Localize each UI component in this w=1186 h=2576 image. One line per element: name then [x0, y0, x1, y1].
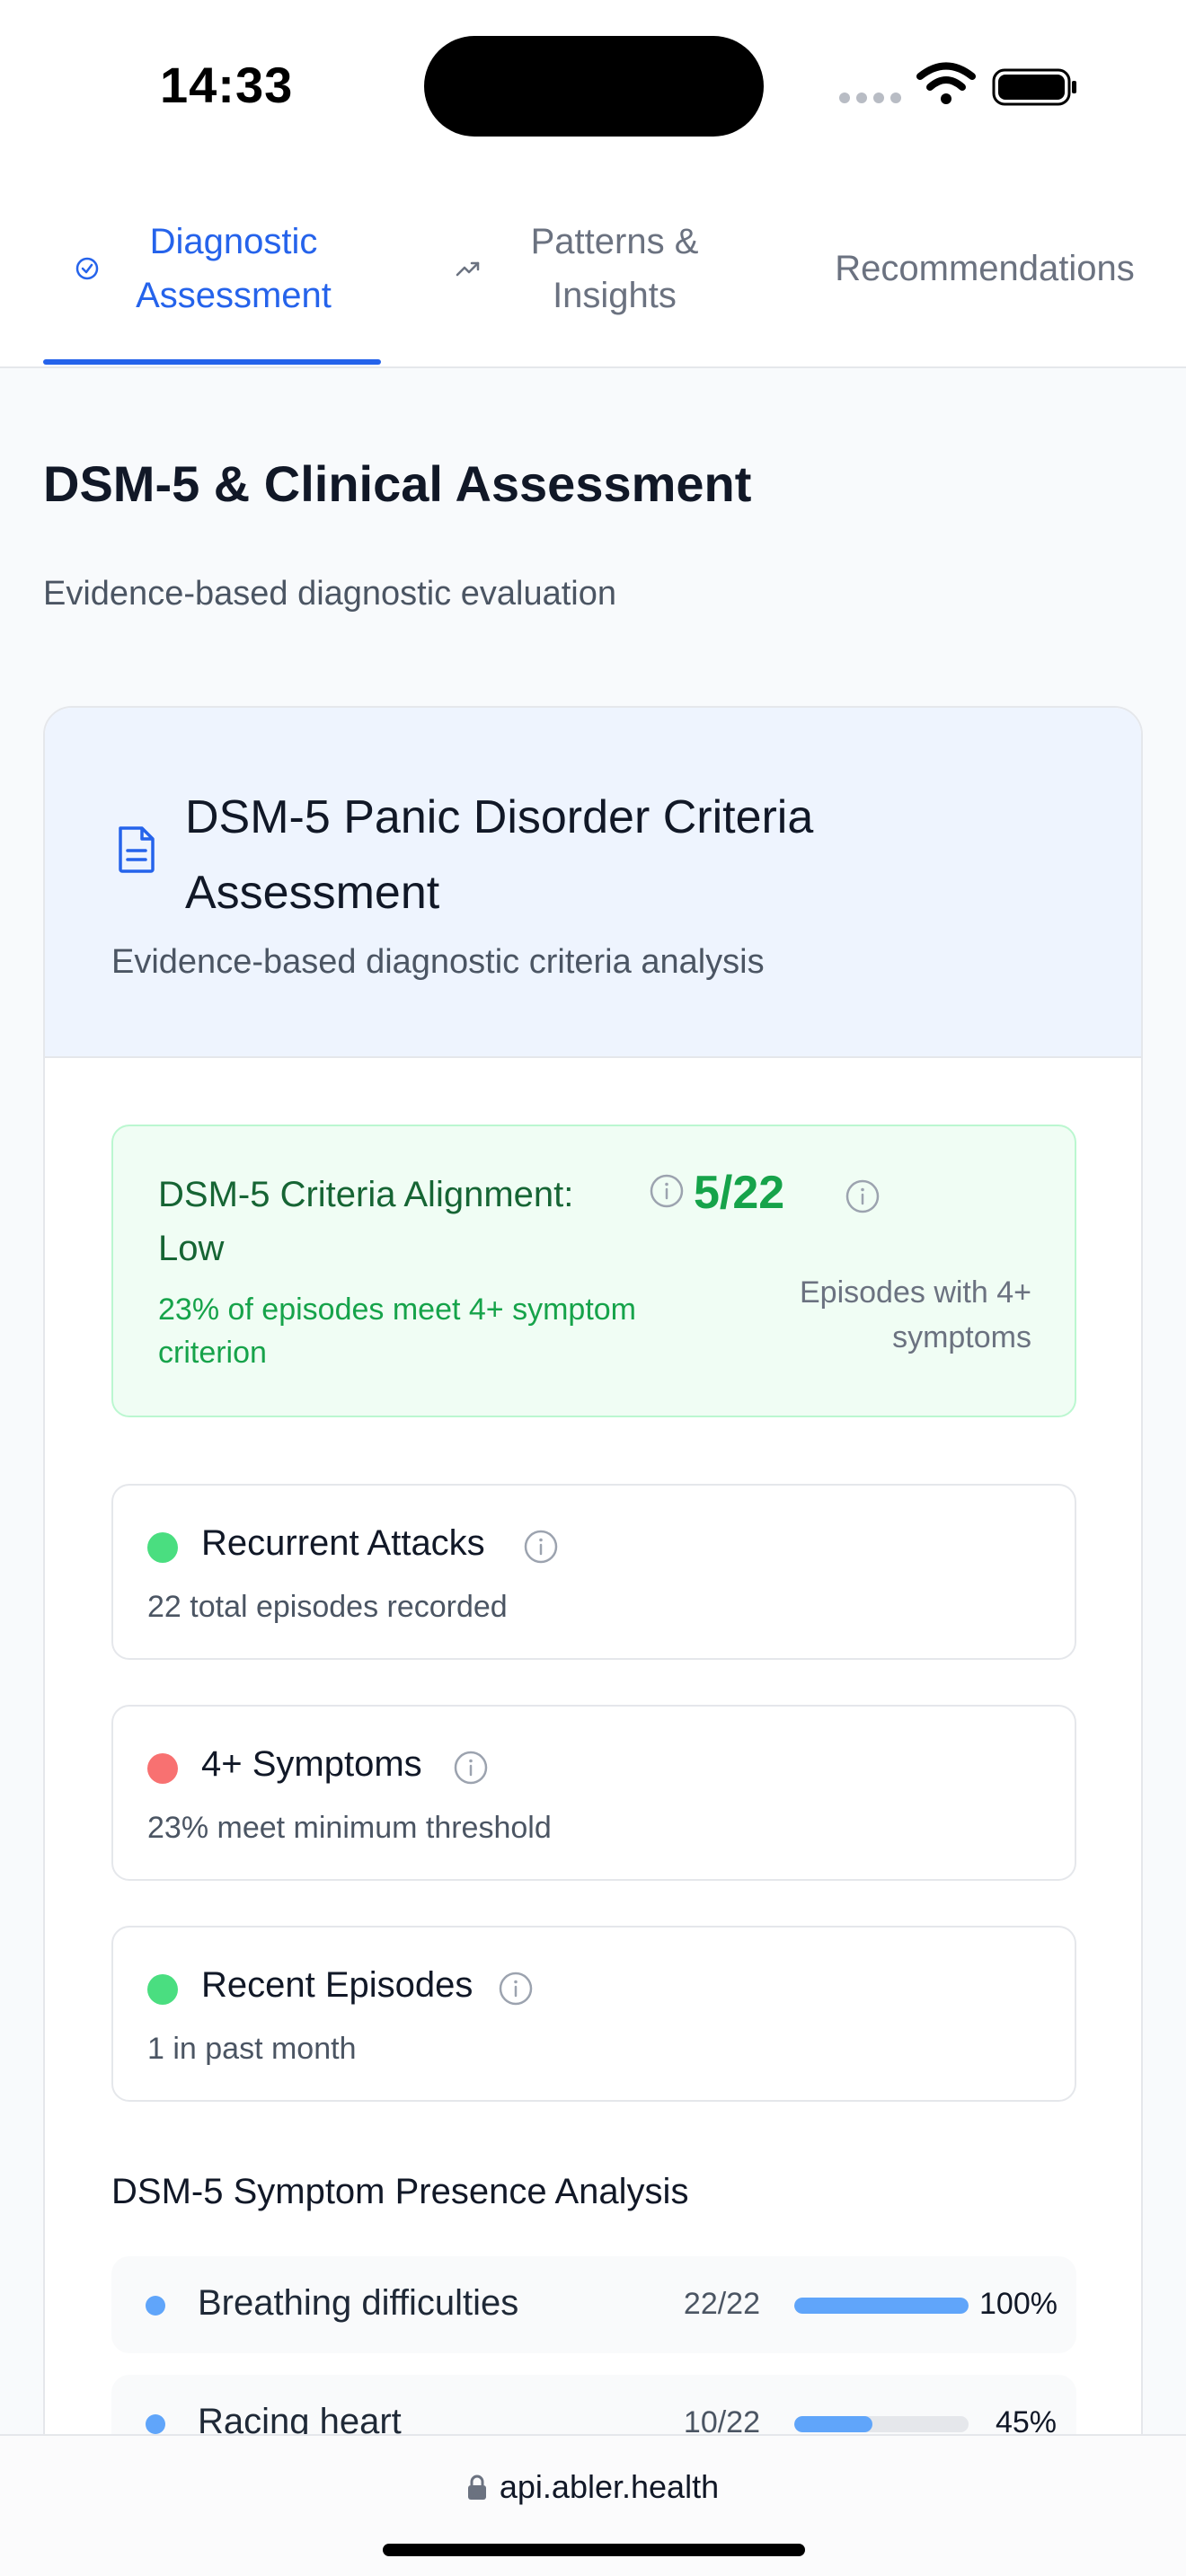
symptom-analysis-title: DSM-5 Symptom Presence Analysis: [111, 2172, 689, 2211]
status-dot: [147, 1974, 178, 2005]
info-icon[interactable]: [523, 1529, 559, 1565]
criterion-title: Recent Episodes: [201, 1965, 474, 2005]
symptom-progress-bar: [794, 2298, 969, 2314]
card-title: DSM-5 Panic Disorder Criteria Assessment: [185, 791, 814, 919]
symptom-progress-fill: [794, 2416, 873, 2432]
url-text: api.abler.health: [499, 2468, 720, 2505]
cellular-signal-icon: [839, 93, 901, 103]
info-icon[interactable]: [498, 1971, 534, 2007]
symptom-count: 22/22: [683, 2287, 760, 2321]
tab-label: Diagnostic Assessment: [136, 222, 332, 315]
status-dot: [147, 1532, 178, 1563]
tab-recommendations[interactable]: Recommendations: [809, 171, 1161, 366]
trending-up-icon: [456, 261, 480, 277]
criteria-alignment-box: DSM-5 Criteria Alignment: Low 23% of epi…: [111, 1125, 1076, 1417]
battery-icon: [992, 68, 1076, 106]
tab-patterns-insights[interactable]: Patterns & Insights: [449, 171, 737, 366]
criterion-subtitle: 22 total episodes recorded: [147, 1590, 508, 1624]
tab-label: Recommendations: [835, 249, 1135, 288]
criterion-title: 4+ Symptoms: [201, 1744, 422, 1784]
criterion-subtitle: 23% meet minimum threshold: [147, 1811, 552, 1845]
active-tab-indicator: [43, 359, 381, 365]
check-circle-icon: [75, 257, 99, 280]
criterion-title: Recurrent Attacks: [201, 1523, 485, 1563]
alignment-detail: 23% of episodes meet 4+ symptom criterio…: [158, 1292, 636, 1370]
dynamic-island: [424, 36, 764, 137]
lock-icon: [467, 2475, 486, 2500]
criterion-recent-episodes: Recent Episodes 1 in past month: [111, 1926, 1076, 2102]
symptom-dot: [146, 2414, 165, 2434]
page-title: DSM-5 & Clinical Assessment: [43, 455, 752, 512]
page-subtitle: Evidence-based diagnostic evaluation: [43, 575, 616, 613]
criterion-4-plus-symptoms: 4+ Symptoms 23% meet minimum threshold: [111, 1705, 1076, 1881]
alignment-score-label: Episodes with 4+ symptoms: [800, 1275, 1031, 1354]
criterion-recurrent-attacks: Recurrent Attacks 22 total episodes reco…: [111, 1484, 1076, 1660]
document-icon: [119, 826, 155, 873]
status-time: 14:33: [160, 57, 294, 113]
symptom-percent: 100%: [979, 2287, 1058, 2321]
card-subtitle: Evidence-based diagnostic criteria analy…: [111, 943, 765, 981]
info-icon[interactable]: [453, 1750, 489, 1786]
home-indicator[interactable]: [383, 2544, 805, 2556]
criteria-assessment-card: DSM-5 Panic Disorder Criteria Assessment…: [43, 706, 1143, 2576]
symptom-progress-fill: [794, 2298, 969, 2314]
alignment-title: DSM-5 Criteria Alignment: Low: [158, 1175, 574, 1268]
symptom-row: Breathing difficulties 22/22 100%: [111, 2256, 1076, 2353]
tab-label: Patterns & Insights: [530, 222, 699, 315]
alignment-score: 5/22: [694, 1167, 785, 1219]
symptom-progress-bar: [794, 2416, 969, 2432]
tab-diagnostic-assessment[interactable]: Diagnostic Assessment: [43, 171, 381, 366]
wifi-icon: [916, 62, 976, 104]
status-bar: 14:33: [0, 0, 1186, 171]
info-icon[interactable]: [649, 1173, 685, 1209]
browser-address-bar[interactable]: api.abler.health: [0, 2434, 1186, 2576]
status-dot: [147, 1753, 178, 1784]
symptom-dot: [146, 2296, 165, 2316]
tab-bar: Diagnostic Assessment Patterns & Insight…: [0, 171, 1186, 368]
info-icon[interactable]: [845, 1178, 881, 1214]
criterion-subtitle: 1 in past month: [147, 2032, 357, 2066]
symptom-name: Breathing difficulties: [198, 2283, 519, 2323]
card-header: DSM-5 Panic Disorder Criteria Assessment…: [45, 708, 1141, 1058]
